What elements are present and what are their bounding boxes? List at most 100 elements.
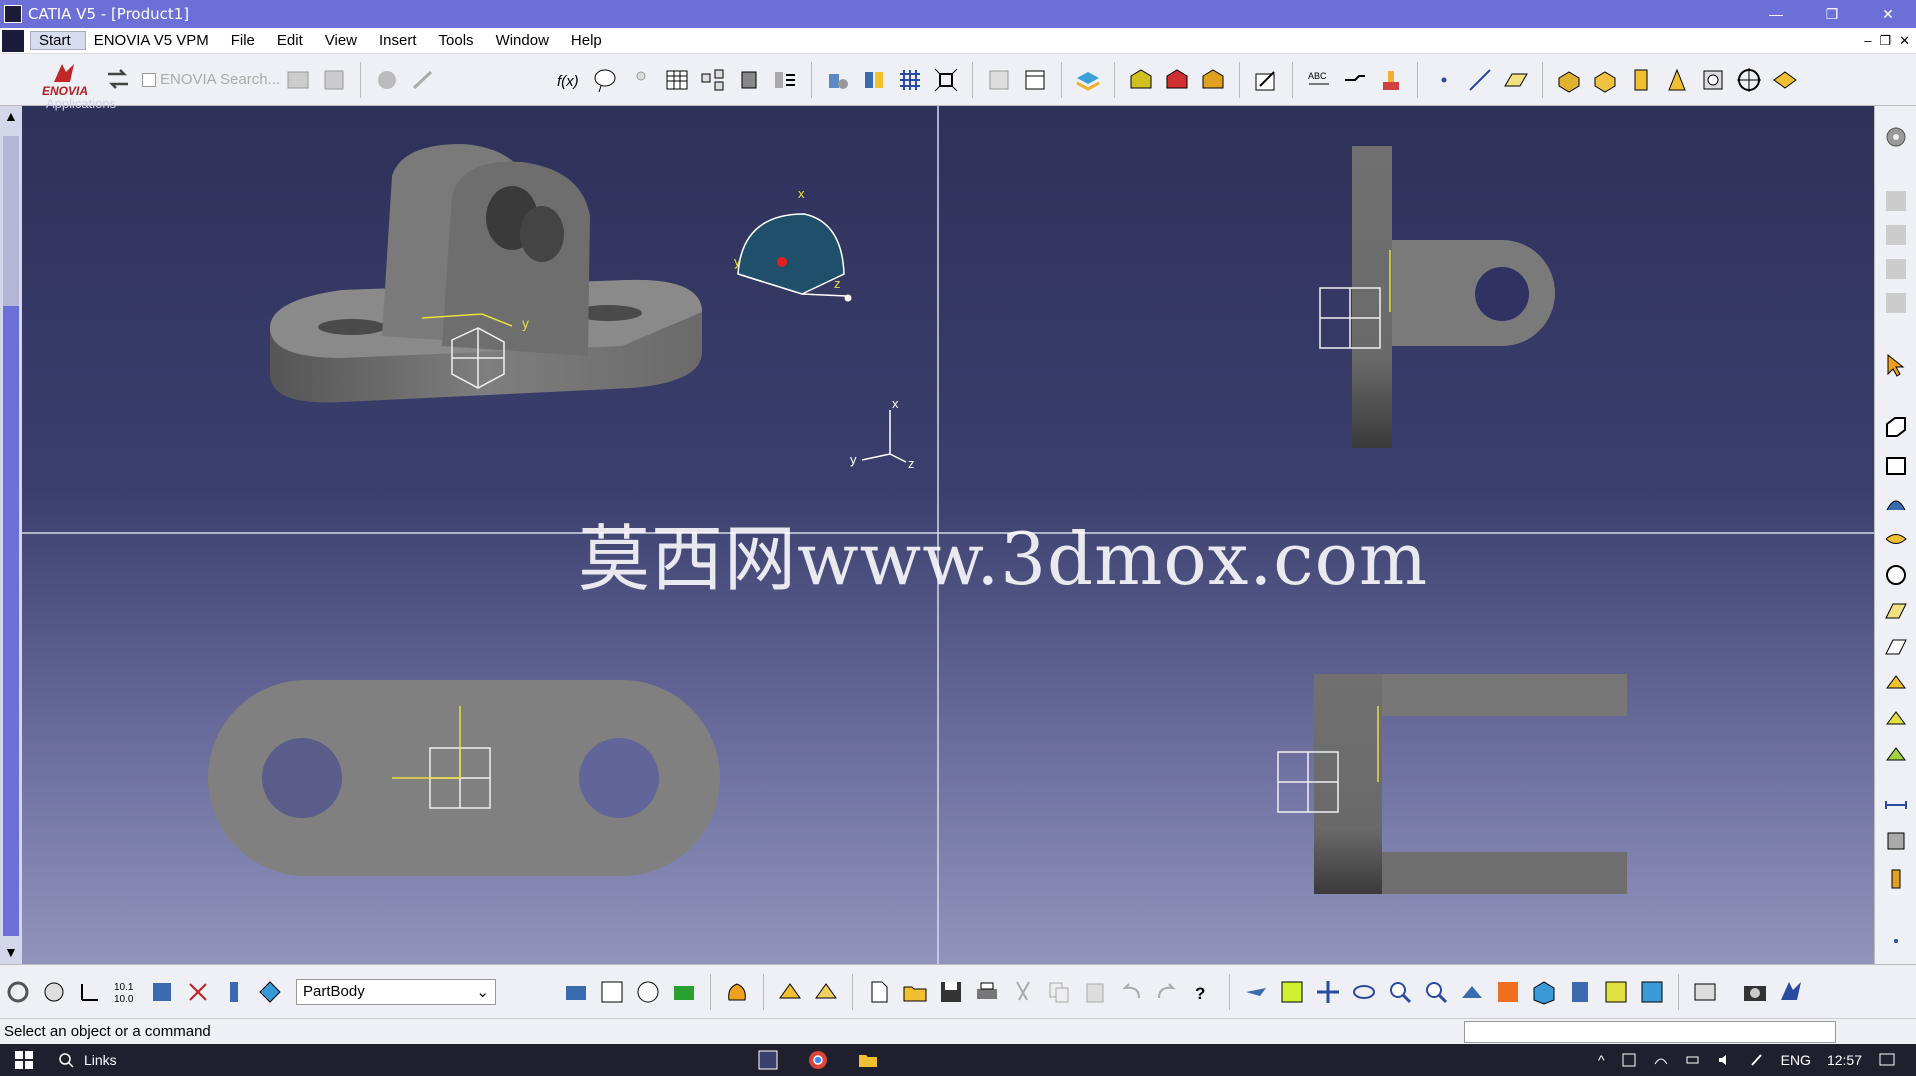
pocket-icon[interactable] [1590,65,1620,95]
catalog-icon[interactable] [698,65,728,95]
formula-icon[interactable]: f(x) [554,65,584,95]
menu-file[interactable]: File [223,32,269,49]
clock[interactable]: 12:57 [1827,1052,1862,1068]
fill-icon[interactable] [1883,526,1909,552]
print-icon[interactable] [972,977,1002,1007]
scroll-down-icon[interactable]: ▼ [4,944,18,960]
instantiate-icon[interactable] [734,65,764,95]
ply-icon-1[interactable] [1126,65,1156,95]
layer-icon[interactable] [1073,65,1103,95]
fit-all-in-icon[interactable] [931,65,961,95]
inertia-icon[interactable] [1883,828,1909,854]
point-icon[interactable] [1429,65,1459,95]
sketch-solving-icon[interactable] [811,977,841,1007]
paste-icon[interactable] [1080,977,1110,1007]
chrome-icon[interactable] [808,1050,828,1070]
drafting-icon-4[interactable] [1883,290,1909,316]
zoom-in-icon[interactable] [1385,977,1415,1007]
line-icon[interactable] [1465,65,1495,95]
save-icon[interactable] [936,977,966,1007]
update-icon[interactable] [3,977,33,1007]
groove-icon[interactable] [1662,65,1692,95]
stamp-icon[interactable] [1376,65,1406,95]
enovia-search[interactable]: ENOVIA Search... [142,71,280,88]
sketch-analysis-icon[interactable] [775,977,805,1007]
rib-icon[interactable] [1734,65,1764,95]
select-cursor-icon[interactable] [1883,352,1909,378]
wifi-icon[interactable] [1653,1052,1669,1068]
language-indicator[interactable]: ENG [1781,1052,1811,1068]
text-annotation-icon[interactable]: ABC [1304,65,1334,95]
grid-snap-icon[interactable] [895,65,925,95]
menu-start[interactable]: Start [30,31,86,50]
pan-icon[interactable] [1313,977,1343,1007]
boolean-assemble-icon[interactable] [597,977,627,1007]
plane-icon[interactable] [1501,65,1531,95]
drafting-icon-3[interactable] [1883,256,1909,282]
sketcher-icon[interactable] [1251,65,1281,95]
apply-material-icon[interactable] [823,65,853,95]
copy-icon[interactable] [1044,977,1074,1007]
pen-icon[interactable] [1749,1052,1765,1068]
open-folder-icon[interactable] [900,977,930,1007]
doc-minimize-button[interactable]: – [1864,33,1871,49]
doc-close-button[interactable]: ✕ [1899,33,1910,49]
scroll-thumb[interactable] [3,136,19,306]
menu-enovia[interactable]: ENOVIA V5 VPM [86,32,223,49]
undo-icon[interactable] [1116,977,1146,1007]
body-select-dropdown[interactable]: PartBody ⌄ [296,978,496,1005]
axis-insert-icon[interactable] [183,977,213,1007]
enovia-save-icon[interactable] [319,65,349,95]
join-icon[interactable] [1883,706,1909,732]
split-icon[interactable] [1883,634,1909,660]
fit-all-icon[interactable] [1277,977,1307,1007]
vertical-scrollbar[interactable]: ▲ ▼ [0,106,22,964]
enovia-explore-icon[interactable] [283,65,313,95]
hand-grab-icon[interactable] [722,977,752,1007]
rotate-icon[interactable] [1349,977,1379,1007]
scan-icon[interactable] [255,977,285,1007]
catia-taskbar-icon[interactable] [758,1050,778,1070]
volume-mute-icon[interactable] [1717,1052,1733,1068]
hand-icon[interactable] [39,977,69,1007]
shading-icon[interactable] [1565,977,1595,1007]
loft-icon[interactable] [1770,65,1800,95]
boolean-add-icon[interactable] [561,977,591,1007]
multi-view-icon[interactable] [1493,977,1523,1007]
normal-view-icon[interactable] [1457,977,1487,1007]
bottle-icon[interactable] [1883,864,1909,890]
menu-insert[interactable]: Insert [371,32,431,49]
document-icon[interactable] [2,29,24,52]
menu-help[interactable]: Help [563,32,616,49]
menu-view[interactable]: View [317,32,371,49]
notification-icon[interactable] [1878,1051,1896,1069]
chevron-down-icon[interactable]: ⌄ [476,983,489,1001]
menu-edit[interactable]: Edit [269,32,317,49]
body-insert-icon[interactable] [147,977,177,1007]
chevron-up-icon[interactable]: ^ [1598,1052,1605,1068]
cut-icon[interactable] [1008,977,1038,1007]
shaft-icon[interactable] [1626,65,1656,95]
drafting-icon-1[interactable] [1883,188,1909,214]
boolean-intersect-icon[interactable] [633,977,663,1007]
geometric-set-icon[interactable] [219,977,249,1007]
flag-note-icon[interactable] [1340,65,1370,95]
hide-show-icon[interactable] [1601,977,1631,1007]
swap-space-icon[interactable] [1637,977,1667,1007]
network-icon[interactable] [1621,1052,1637,1068]
doc-restore-button[interactable]: ❐ [1879,33,1891,49]
blend-icon[interactable] [1883,598,1909,624]
iso-view-icon[interactable] [1529,977,1559,1007]
scroll-up-icon[interactable]: ▲ [4,108,18,124]
minimize-button[interactable]: — [1748,0,1804,28]
windows-start-icon[interactable] [0,1051,48,1069]
design-table-icon[interactable] [662,65,692,95]
trim-icon[interactable] [1883,670,1909,696]
knowledge-advisor-icon[interactable] [590,65,620,95]
drafting-icon-2[interactable] [1883,222,1909,248]
camera-icon[interactable] [1740,977,1770,1007]
redo-icon[interactable] [1152,977,1182,1007]
zoom-out-icon[interactable] [1421,977,1451,1007]
extract-icon[interactable] [1883,742,1909,768]
settings-gear-icon[interactable] [1883,124,1909,150]
